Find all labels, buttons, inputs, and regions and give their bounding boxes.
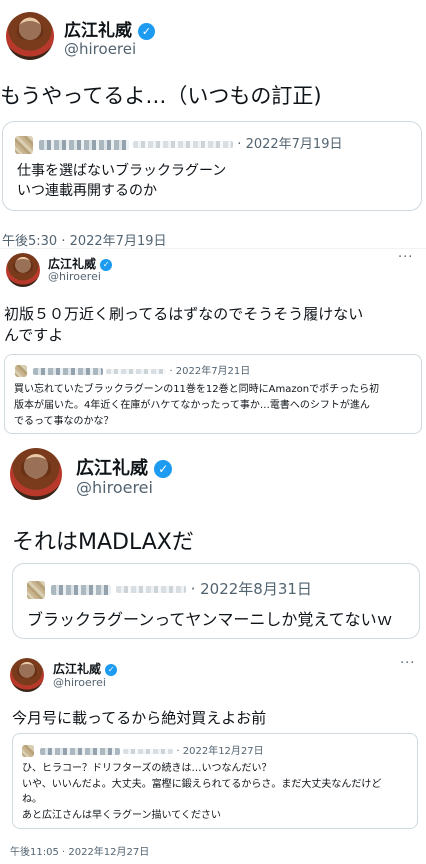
quoted-tweet[interactable]: · 2022年12月27日 ひ、ヒラコー？ドリフターズの続きは…いつなんだい？ … [12,733,418,829]
tweet-4: 広江礼威 ✓ @hiroerei ··· 今月号に載ってるから絶対買えよお前 ·… [0,650,426,864]
avatar[interactable] [6,253,40,287]
more-options-icon[interactable]: ··· [400,656,415,671]
tweet-text-line: 初版５０万近く刷ってるはずなのでそうそう履けない [4,305,364,323]
quote-text-line: いや、いいんだよ。大丈夫。富樫に鍛えられてるからさ。まだ大丈夫なんだけど [22,779,382,790]
more-options-icon[interactable]: ··· [398,250,413,265]
tweet-timestamp[interactable]: 午後5:30 · 2022年7月19日 [2,230,167,249]
quote-text-line: いつ連載再開するのか [17,183,157,199]
blurred-name [39,139,129,150]
quote-avatar [22,745,34,757]
blurred-handle [133,141,234,148]
verified-badge-icon: ✓ [100,258,113,271]
quote-header: · 2022年12月27日 [22,742,264,757]
quote-header: · 2022年7月21日 [15,362,250,377]
quote-text-line: ひ、ヒラコー？ドリフターズの続きは…いつなんだい？ [22,763,272,774]
author-handle[interactable]: @hiroerei [64,40,136,58]
tweet-text: もうやってるよ…（いつもの訂正) [0,84,322,108]
quote-header: · 2022年8月31日 [27,578,312,599]
quote-date: 2022年8月31日 [200,580,312,598]
quoted-tweet[interactable]: · 2022年7月21日 買い忘れていたブラックラグーンの11巻を12巻と同時に… [4,354,422,434]
quote-avatar [27,580,45,599]
author-handle[interactable]: @hiroerei [53,676,106,689]
quote-text-line: でるって事なのかな？ [14,416,114,427]
blurred-handle [123,748,174,754]
avatar[interactable] [6,12,54,60]
quote-avatar [15,135,33,154]
verified-badge-icon: ✓ [154,460,173,478]
tweet-text: 今月号に載ってるから絶対買えよお前 [12,709,267,727]
tweet-timestamp[interactable]: 午後11:05 · 2022年12月27日 [10,843,149,858]
blurred-name [40,747,120,755]
blurred-name [51,584,111,595]
author-handle[interactable]: @hiroerei [76,478,153,497]
quoted-tweet[interactable]: · 2022年8月31日 ブラックラグーンってヤンマーニしか覚えてないｗ [12,563,420,639]
blurred-handle [115,586,186,593]
divider [0,248,426,249]
quote-text-line: ブラックラグーンってヤンマーニしか覚えてないｗ [27,610,393,629]
quote-text-line: 買い忘れていたブラックラグーンの11巻を12巻と同時にAmazonでポチったら初 [14,384,380,395]
quote-text-line: 仕事を選ばないブラックラグーン [17,163,227,179]
quote-avatar [15,365,27,377]
tweet-3: 広江礼威 ✓ @hiroerei それはMADLAXだ · 2022年8月31日… [0,440,426,650]
avatar[interactable] [10,658,44,692]
quote-text-line: ね。 [22,794,42,805]
quote-header: · 2022年7月19日 [15,133,342,154]
author-name[interactable]: 広江礼威 ✓ [53,660,118,677]
quote-date: 2022年7月19日 [245,137,343,152]
tweet-2: 広江礼威 ✓ @hiroerei ··· 初版５０万近く刷ってるはずなのでそうそ… [0,250,426,440]
avatar[interactable] [10,448,62,500]
tweet-text-line: んですよ [4,326,64,344]
quote-text-line: あと広江さんは早くラグーン描いてください [22,810,221,821]
quote-text-line: 版本が届いた。4年近く在庫がハケてなかったって事か…電書へのシフトが進ん [14,400,370,411]
blurred-name [33,367,103,375]
blurred-handle [106,368,167,374]
tweet-1: 広江礼威 ✓ @hiroerei もうやってるよ…（いつもの訂正) · 2022… [0,0,426,250]
verified-badge-icon: ✓ [105,663,118,676]
quote-date: 2022年7月21日 [175,366,251,377]
quote-date: 2022年12月27日 [182,746,264,757]
author-name[interactable]: 広江礼威 ✓ [64,16,155,41]
author-name[interactable]: 広江礼威 ✓ [76,454,173,480]
author-handle[interactable]: @hiroerei [48,270,101,283]
verified-badge-icon: ✓ [137,22,155,40]
quoted-tweet[interactable]: · 2022年7月19日 仕事を選ばないブラックラグーン いつ連載再開するのか [2,121,422,211]
tweet-text: それはMADLAXだ [12,530,194,555]
